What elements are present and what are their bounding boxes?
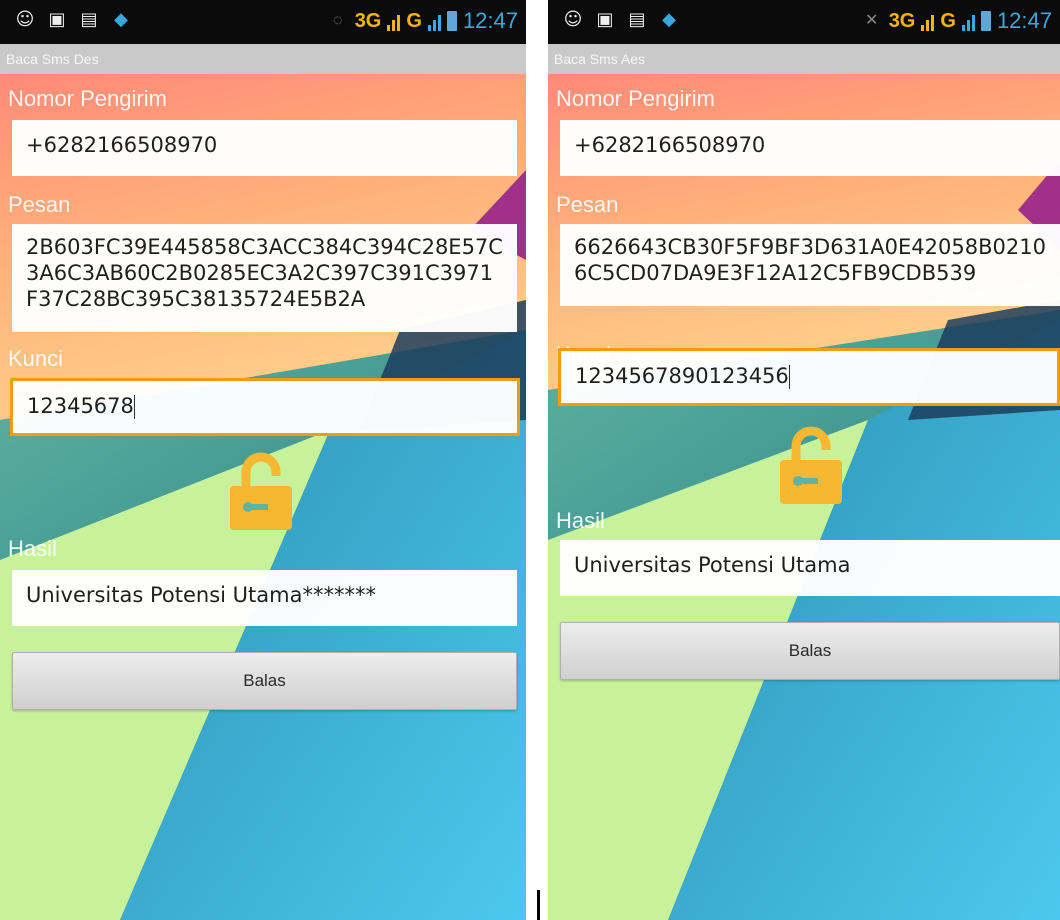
unlock-icon[interactable] (778, 426, 844, 506)
phone-screen-aes: ☺ ▣ ▤ ◆ ✕ 3G G 12:47 Baca Sms Aes Nomor … (548, 0, 1060, 920)
status-bar: ☺ ▣ ▤ ◆ ✕ 3G G 12:47 (548, 0, 1060, 44)
reply-button[interactable]: Balas (12, 652, 517, 710)
app-title: Baca Sms Des (0, 44, 526, 74)
network-type-label: 3G (354, 9, 382, 32)
sender-field[interactable]: +6282166508970 (12, 120, 517, 176)
smiley-icon: ☺ (15, 9, 35, 30)
key-label: Kunci (8, 346, 64, 371)
signal-strength-icon (921, 11, 935, 31)
smiley-icon: ☺ (563, 9, 583, 30)
gallery-icon: ▣ (596, 9, 614, 30)
battery-icon (980, 11, 991, 31)
app-title: Baca Sms Aes (548, 44, 1060, 74)
text-cursor (133, 395, 135, 419)
key-value: 12345678 (27, 394, 134, 418)
clock: 12:47 (996, 8, 1052, 33)
result-label: Hasil (8, 536, 57, 561)
key-field[interactable]: 1234567890123456 (558, 348, 1060, 406)
sender-label: Nomor Pengirim (8, 86, 167, 111)
unlock-icon[interactable] (228, 452, 294, 532)
battery-icon (446, 11, 457, 31)
message-field[interactable]: 6626643CB30F5F9BF3D631A0E42058B02106C5CD… (560, 224, 1060, 306)
message-label: Pesan (556, 192, 619, 217)
key-value: 1234567890123456 (575, 364, 789, 388)
app-notification-icon: ◆ (114, 9, 128, 30)
message-label: Pesan (8, 192, 71, 217)
clock: 12:47 (462, 8, 518, 33)
network-type-label-2: G (406, 9, 422, 32)
app-notification-icon: ◆ (662, 9, 676, 30)
network-type-label: 3G (888, 9, 916, 32)
divider (537, 890, 540, 920)
phone-screen-des: ☺ ▣ ▤ ◆ ◌ 3G G 12:47 Baca Sms Des Nomor … (0, 0, 526, 920)
result-field[interactable]: Universitas Potensi Utama******* (12, 570, 517, 626)
signal-strength-icon-2 (427, 11, 441, 31)
mute-icon: ✕ (864, 12, 879, 29)
sender-field[interactable]: +6282166508970 (560, 120, 1060, 176)
network-type-label-2: G (940, 9, 956, 32)
messenger-icon: ▤ (628, 9, 646, 30)
signal-strength-icon-2 (961, 11, 975, 31)
sender-label: Nomor Pengirim (556, 86, 715, 111)
message-field[interactable]: 2B603FC39E445858C3ACC384C394C28E57C3A6C3… (12, 224, 517, 332)
messenger-icon: ▤ (80, 9, 98, 30)
status-bar: ☺ ▣ ▤ ◆ ◌ 3G G 12:47 (0, 0, 526, 44)
signal-strength-icon (387, 11, 401, 31)
result-label: Hasil (556, 508, 605, 533)
result-field[interactable]: Universitas Potensi Utama (560, 540, 1060, 596)
text-cursor (788, 365, 790, 389)
sync-icon: ◌ (332, 12, 343, 29)
key-field[interactable]: 12345678 (10, 378, 520, 436)
gallery-icon: ▣ (48, 9, 66, 30)
reply-button[interactable]: Balas (560, 622, 1060, 680)
